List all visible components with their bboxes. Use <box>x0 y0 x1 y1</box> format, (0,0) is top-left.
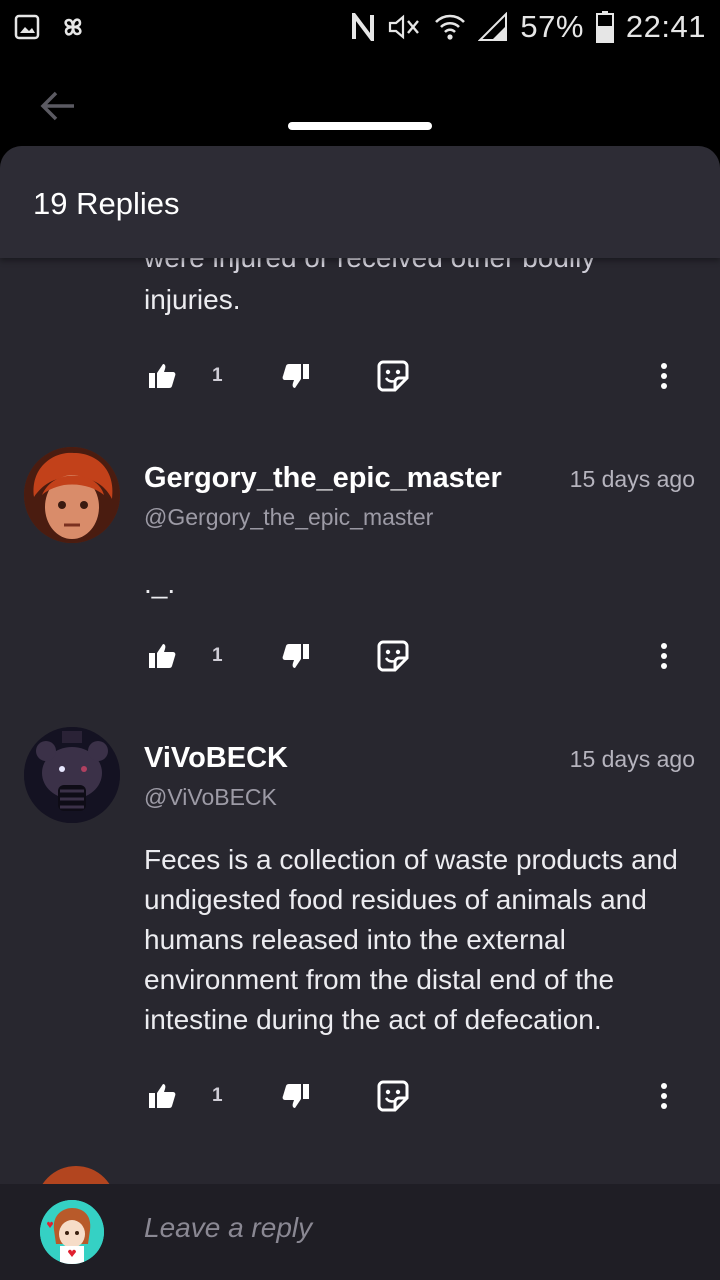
sticker-icon <box>377 640 409 672</box>
sticker-button[interactable] <box>377 636 411 676</box>
dislike-button[interactable] <box>282 1076 316 1116</box>
replies-sheet: 19 Replies were injured or received othe… <box>0 146 720 1280</box>
more-options-button[interactable] <box>652 636 676 676</box>
sheet-title: 19 Replies <box>33 186 180 221</box>
comment-action-row: 1 <box>0 636 720 676</box>
thumbs-down-icon <box>282 644 309 668</box>
comment-text: ._. <box>144 568 176 599</box>
gallery-icon <box>14 14 40 40</box>
sticker-icon <box>377 1080 409 1112</box>
sticker-icon <box>377 360 409 392</box>
more-vertical-icon <box>661 643 667 669</box>
signal-icon <box>478 12 508 42</box>
more-vertical-icon <box>661 1083 667 1109</box>
avatar[interactable] <box>24 727 120 823</box>
mute-icon <box>388 13 422 41</box>
comment-handle: @ViVoBECK <box>144 784 277 810</box>
comment-username[interactable]: Gergory_the_epic_master <box>144 462 502 495</box>
avatar[interactable] <box>24 447 120 543</box>
peek-action-row: 1 <box>0 356 720 396</box>
comment-timestamp: 15 days ago <box>569 746 695 772</box>
sticker-button[interactable] <box>377 356 411 396</box>
thumbs-down-icon <box>282 364 309 388</box>
thumbs-up-icon <box>149 364 176 388</box>
like-count: 1 <box>212 645 223 666</box>
user-avatar[interactable] <box>40 1200 104 1264</box>
thumbs-up-icon <box>149 1084 176 1108</box>
comment-timestamp: 15 days ago <box>569 466 695 492</box>
wifi-icon <box>434 12 466 42</box>
comment-action-row: 1 <box>0 1076 720 1116</box>
like-button[interactable] <box>148 1076 182 1116</box>
status-right: 57% 22:41 <box>350 9 706 45</box>
sticker-button[interactable] <box>377 1076 411 1116</box>
sheet-header: 19 Replies <box>0 146 720 258</box>
pinwheel-icon <box>58 12 88 42</box>
thumbs-up-icon <box>149 644 176 668</box>
more-options-button[interactable] <box>652 356 676 396</box>
like-button[interactable] <box>148 356 182 396</box>
battery-icon <box>595 11 614 43</box>
more-vertical-icon <box>661 363 667 389</box>
dislike-button[interactable] <box>282 636 316 676</box>
status-bar: 57% 22:41 <box>0 0 720 54</box>
comment-username[interactable]: ViVoBECK <box>144 742 288 775</box>
battery-percent: 57% <box>520 9 584 44</box>
status-left <box>14 12 88 42</box>
like-count: 1 <box>212 1085 223 1106</box>
screen: 57% 22:41 19 Replies were injured or rec… <box>0 0 720 1280</box>
peek-comment-text: injuries. <box>144 284 241 315</box>
back-arrow-icon[interactable] <box>36 84 80 128</box>
clock: 22:41 <box>625 9 706 44</box>
thumbs-down-icon <box>282 1084 309 1108</box>
reply-bar: Leave a reply <box>0 1184 720 1280</box>
reply-input[interactable]: Leave a reply <box>144 1212 312 1244</box>
comment-text: Feces is a collection of waste products … <box>144 844 678 1035</box>
nfc-icon <box>350 13 376 41</box>
more-options-button[interactable] <box>652 1076 676 1116</box>
like-button[interactable] <box>148 636 182 676</box>
comment-handle: @Gergory_the_epic_master <box>144 504 434 530</box>
dislike-button[interactable] <box>282 356 316 396</box>
sheet-drag-handle[interactable] <box>288 122 432 130</box>
like-count: 1 <box>212 365 223 386</box>
